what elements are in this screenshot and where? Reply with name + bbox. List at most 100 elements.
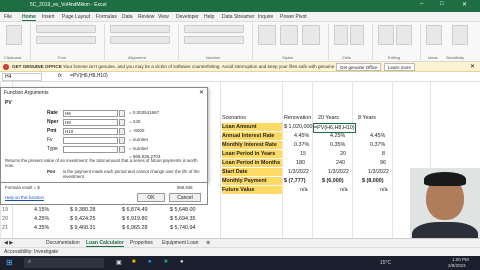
tab-formulas[interactable]: Formulas [96,14,117,20]
tab-developer[interactable]: Developer [176,14,199,20]
row-header[interactable]: 20 [2,215,8,223]
name-box[interactable]: H4 [2,73,42,81]
ok-button[interactable]: OK [137,193,165,202]
value-20-years[interactable]: 4.25% [330,132,345,140]
value-renovation[interactable]: n/a [300,186,308,194]
value-20-years[interactable]: 0.35% [330,141,345,149]
table-cell[interactable]: $ 5,648.00 [170,206,195,214]
label-loan-amount[interactable]: Loan Amount [222,123,282,131]
taskview-icon[interactable]: ▣ [116,259,122,266]
accessibility-status[interactable]: Accessibility: Investigate [4,249,58,255]
search-box[interactable] [24,258,104,268]
edge-icon[interactable]: ● [148,259,152,265]
value-renovation[interactable]: 1/3/2022 [288,168,309,176]
value-8-years[interactable]: 4.45% [370,132,385,140]
header-8-years[interactable]: 8 Years [358,114,376,122]
tab-data[interactable]: Data [122,14,133,20]
alignment-buttons[interactable] [110,25,170,33]
range-picker-icon[interactable] [119,119,125,126]
tab-insert[interactable]: Insert [42,14,55,20]
minimize-icon[interactable]: – [420,1,423,7]
tab-review[interactable]: Review [138,14,154,20]
value-20-years[interactable]: 240 [336,159,345,167]
file-explorer-icon[interactable]: ■ [132,259,136,265]
fx-icon[interactable]: fx [58,73,62,79]
start-icon[interactable]: ⊞ [6,258,13,267]
learn-more-button[interactable]: Learn more [384,63,416,71]
clock-time[interactable]: 1:00 PM [452,257,469,262]
value-20-years[interactable]: 1/3/2022 [328,168,349,176]
number-format-buttons[interactable] [184,36,244,44]
row-header[interactable]: 19 [2,206,8,214]
arg-input-fv[interactable] [63,137,118,144]
close-warning-icon[interactable]: ✕ [470,63,475,70]
add-sheet-icon[interactable]: ⊕ [206,240,210,246]
value-renovation[interactable]: 0.37% [294,141,309,149]
tab-home[interactable]: Home [22,14,36,21]
tab-page-layout[interactable]: Page Layout [62,14,90,20]
value-8-years[interactable]: 0.37% [370,141,385,149]
table-cell[interactable]: $ 9,380.28 [70,206,95,214]
clock-date[interactable]: 2/8/2023 [448,263,466,268]
format-as-table-icon[interactable] [280,25,298,45]
sheet-tab-documentation[interactable]: Documentation [46,240,80,246]
tab-inquire[interactable]: Inquire [258,14,273,20]
value-renovation[interactable]: 180 [296,159,305,167]
sheet-nav-icon[interactable]: ◀ ▶ [4,240,13,246]
value-renovation[interactable]: 15 [300,150,306,158]
get-genuine-office-button[interactable]: Get genuine Office [336,63,382,71]
value-8-years[interactable]: $ (8,000) [362,177,384,185]
tab-file[interactable]: File [4,14,12,20]
label-loan-period-months[interactable]: Loan Period in Months [222,159,282,167]
header-renovation[interactable]: Renovation [284,114,311,122]
sheet-tab-properties[interactable]: Properties [130,240,153,246]
conditional-formatting-icon[interactable] [258,25,276,45]
range-picker-icon[interactable] [119,128,125,135]
header-scenarios[interactable]: Scenarios [222,114,282,122]
label-monthly-payment[interactable]: Monthly Payment [222,177,282,185]
table-cell[interactable]: $ 9,468.31 [70,224,95,232]
value-8-years[interactable]: 96 [380,159,386,167]
tab-help[interactable]: Help [204,14,214,20]
value-renovation[interactable]: 4.45% [294,132,309,140]
label-loan-period-years[interactable]: Loan Period in Years [222,150,282,158]
cell-styles-icon[interactable] [302,25,320,45]
wrap-merge-buttons[interactable] [110,36,170,44]
label-start-date[interactable]: Start Date [222,168,282,176]
table-cell[interactable]: $ 5,694.35 [170,215,195,223]
cancel-button[interactable]: Cancel [169,193,201,202]
label-monthly-interest-rate[interactable]: Monthly Interest Rate [222,141,282,149]
paste-icon[interactable] [6,25,22,45]
delete-cells-icon[interactable] [350,25,364,45]
table-cell[interactable]: 4.15% [34,206,49,214]
sheet-tab-loan-calculator[interactable]: Loan Calculator [86,240,124,247]
excel-icon[interactable]: ■ [164,259,168,265]
number-format-select[interactable] [184,25,244,33]
value-renovation[interactable]: $ (7,777) [284,177,306,185]
value-20-years[interactable]: n/a [340,186,348,194]
table-cell[interactable]: 4.25% [34,215,49,223]
value-renovation[interactable]: $ 1,020,000 [284,123,312,131]
formula-input[interactable]: =PV(H6,H8,H10) [70,73,108,80]
table-cell[interactable]: $ 6,965.28 [122,224,147,232]
row-header[interactable]: 21 [2,224,8,232]
tab-power-pivot[interactable]: Power Pivot [280,14,307,20]
insert-cells-icon[interactable] [334,25,348,45]
range-picker-icon[interactable] [119,146,125,153]
font-format-buttons[interactable] [36,36,96,44]
sheet-tab-equipment-loan[interactable]: Equipment Loan [162,240,198,246]
range-picker-icon[interactable] [119,137,125,144]
chrome-icon[interactable]: ● [180,259,184,265]
tab-view[interactable]: View [158,14,169,20]
value-8-years[interactable]: 8 [382,150,385,158]
value-8-years[interactable]: n/a [380,186,388,194]
close-dialog-icon[interactable]: ✕ [199,89,204,96]
table-cell[interactable]: 4.35% [34,224,49,232]
autosum-icon[interactable] [378,25,394,45]
label-future-value[interactable]: Future Value [222,186,282,194]
value-20-years[interactable]: $ (6,000) [322,177,344,185]
font-name-select[interactable] [36,25,96,33]
table-cell[interactable]: $ 9,424.25 [70,215,95,223]
ideas-icon[interactable] [426,25,442,45]
sort-filter-icon[interactable] [396,25,412,45]
